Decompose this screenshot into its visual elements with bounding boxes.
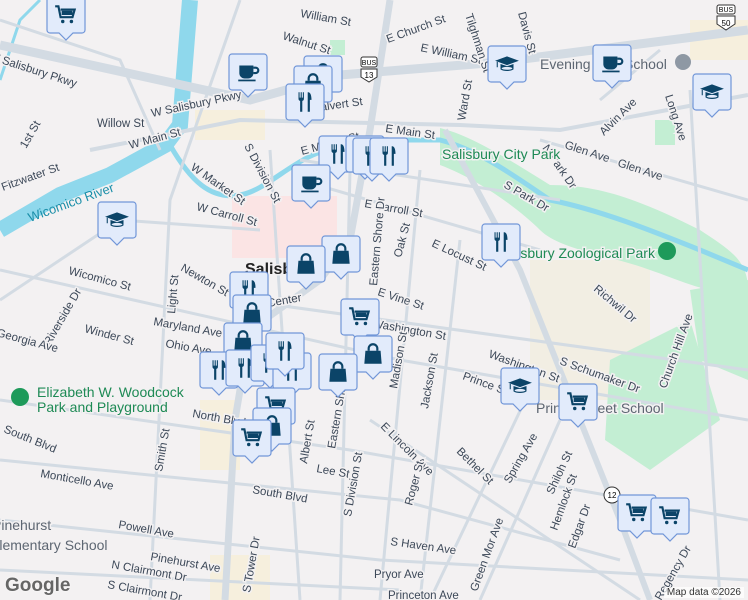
coffee-marker[interactable] <box>291 164 331 209</box>
restaurant-marker[interactable] <box>369 137 409 182</box>
restaurant-marker[interactable] <box>265 332 305 377</box>
street-label: Powell Ave <box>117 519 174 541</box>
zoo-icon <box>658 242 676 260</box>
street-label: Edgar Dr <box>567 503 594 551</box>
park-tree-icon <box>11 388 29 406</box>
street-label: Albert St <box>298 418 318 464</box>
street-label: Monticello Ave <box>39 468 114 493</box>
street-label: E Lincoln Ave <box>378 421 436 479</box>
cart-marker[interactable] <box>650 497 690 542</box>
education-marker[interactable] <box>692 73 732 118</box>
street-label: 1st St <box>18 118 43 150</box>
cart-marker[interactable] <box>46 0 86 41</box>
route-13-shield: BUS 13 <box>360 56 378 83</box>
street-label: Willow St <box>97 118 145 130</box>
restaurant-marker[interactable] <box>481 223 521 268</box>
place-label: Elementary School <box>0 537 108 553</box>
shopping-bag-marker[interactable] <box>321 235 361 280</box>
marker-pin <box>650 497 690 542</box>
street-label: Jackson St <box>419 351 441 409</box>
place-label: Pinehurst <box>0 517 51 533</box>
street-label: Fitzwater St <box>0 162 62 194</box>
marker-pin <box>232 419 272 464</box>
street-label: Glen Ave <box>616 157 664 183</box>
coffee-marker[interactable] <box>592 44 632 89</box>
route-50-shield: BUS 50 <box>716 4 736 31</box>
street-label: Ward St <box>456 78 475 121</box>
park-label: Elizabeth W. Woodcock <box>37 384 185 400</box>
street-label: Riverside Dr <box>42 287 84 348</box>
street-label: Light St <box>166 274 181 315</box>
street-label: Pryor Ave <box>374 569 424 581</box>
coffee-marker[interactable] <box>228 53 268 98</box>
svg-text:50: 50 <box>722 19 731 28</box>
street-label: E Church St <box>385 13 448 46</box>
street-label: Princeton Ave <box>388 590 459 600</box>
street-label: Glen Ave <box>563 139 611 165</box>
school-poi-icon <box>675 54 691 70</box>
map-attribution[interactable]: Map data ©2026 <box>663 587 744 598</box>
street-label: Newton St <box>179 262 232 299</box>
education-marker[interactable] <box>487 45 527 90</box>
street-label: Oak St <box>392 221 413 259</box>
education-marker[interactable] <box>97 201 137 246</box>
svg-text:13: 13 <box>365 71 374 80</box>
cart-marker[interactable] <box>617 494 657 539</box>
marker-pin <box>285 83 325 128</box>
marker-pin <box>481 223 521 268</box>
cart-marker[interactable] <box>558 383 598 428</box>
marker-pin <box>46 0 86 41</box>
street-label: S Haven Ave <box>390 536 457 557</box>
street-label: South Blvd <box>2 424 58 456</box>
park-label: Salisbury City Park <box>442 146 561 162</box>
marker-pin <box>369 137 409 182</box>
svg-text:12: 12 <box>608 491 617 500</box>
map-canvas[interactable]: William StWalnut St E Church StE William … <box>0 0 748 600</box>
education-marker[interactable] <box>500 367 540 412</box>
street-label: E Vine St <box>376 286 426 312</box>
svg-text:BUS: BUS <box>719 7 734 14</box>
shopping-bag-marker[interactable] <box>353 335 393 380</box>
shopping-bag-marker[interactable] <box>286 245 326 290</box>
street-label: William St <box>299 8 352 29</box>
svg-text:BUS: BUS <box>362 60 377 67</box>
street-label: S Division St <box>342 450 365 517</box>
marker-pin <box>558 383 598 428</box>
cart-marker[interactable] <box>232 419 272 464</box>
street-label: S Clairmont Dr <box>106 579 183 600</box>
park-label: Salisbury Zoological Park <box>497 245 656 261</box>
marker-pin <box>617 494 657 539</box>
street-label: Lee St <box>315 463 351 481</box>
place-label: Prince Street School <box>536 400 664 416</box>
shopping-bag-marker[interactable] <box>318 353 358 398</box>
street-label: E Carroll St <box>363 198 424 220</box>
marker-pin <box>265 332 305 377</box>
google-logo: Google <box>5 575 71 596</box>
park-label: Park and Playground <box>37 399 168 415</box>
restaurant-marker[interactable] <box>285 83 325 128</box>
street-label: W Market St <box>188 162 247 209</box>
street-label: Smith St <box>153 427 173 473</box>
street-label: Winder St <box>83 323 136 348</box>
street-label: Walnut St <box>281 30 332 57</box>
street-label: Roger St <box>403 459 427 507</box>
